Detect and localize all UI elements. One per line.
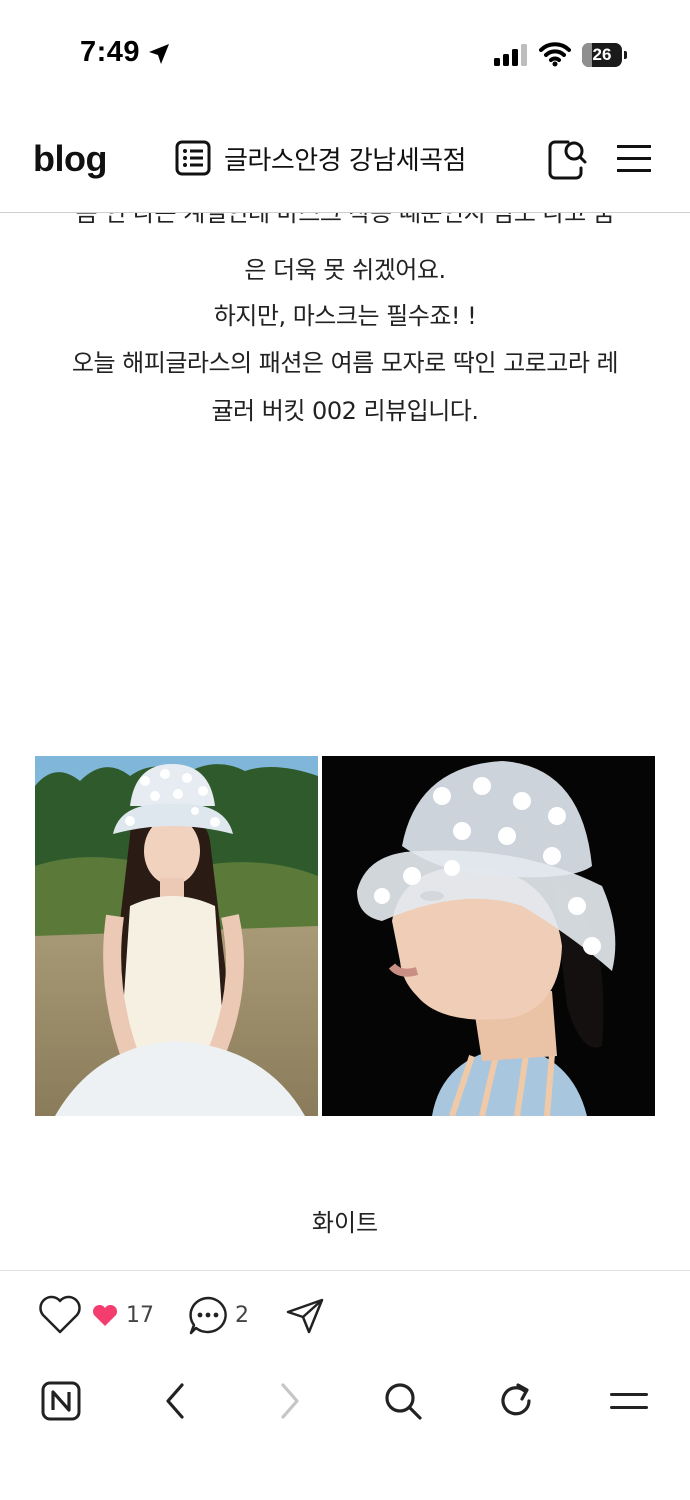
- back-icon[interactable]: [162, 1381, 188, 1421]
- liked-heart-icon: [92, 1305, 118, 1326]
- menu-icon[interactable]: [609, 1381, 649, 1421]
- comment-icon[interactable]: [187, 1295, 229, 1337]
- refresh-icon[interactable]: [496, 1381, 536, 1421]
- product-photo-left[interactable]: [35, 756, 318, 1116]
- search-icon[interactable]: [383, 1381, 423, 1421]
- blog-title[interactable]: 글라스안경 강남세곡점: [224, 140, 466, 177]
- article-body: 봄 인 나는 계절인데 마스크 착용 때문인지 땀도 나고 숨 은 더욱 못 쉬…: [0, 213, 690, 453]
- comment-count[interactable]: 2: [235, 1303, 249, 1328]
- post-action-bar: 17 2: [0, 1270, 690, 1360]
- location-arrow-icon: [149, 44, 169, 64]
- article-text-line: 오늘 해피글라스의 패션은 여름 모자로 딱인 고로고라 레: [71, 349, 619, 377]
- status-bar: 7:49 26: [0, 0, 690, 110]
- article-text-line: 은 더욱 못 쉬겠어요.: [244, 256, 446, 284]
- battery-level: 26: [592, 45, 612, 64]
- heart-icon[interactable]: [38, 1295, 82, 1335]
- battery-icon: 26: [582, 43, 628, 67]
- wifi-icon: [539, 42, 571, 67]
- menu-icon[interactable]: [617, 143, 651, 173]
- signal-icon: [494, 44, 527, 66]
- article-text-line: 하지만, 마스크는 필수죠! !: [213, 302, 477, 330]
- blog-header: blog 글라스안경 강남세곡점: [0, 110, 690, 213]
- article-text-line: 귤러 버킷 002 리뷰입니다.: [211, 397, 479, 425]
- status-time: 7:49: [80, 36, 141, 68]
- share-icon[interactable]: [285, 1297, 325, 1335]
- naver-home-icon[interactable]: [41, 1381, 81, 1421]
- product-photo-right[interactable]: [322, 756, 655, 1116]
- photo-caption: 화이트: [311, 1209, 379, 1237]
- list-icon[interactable]: [175, 140, 211, 176]
- like-count[interactable]: 17: [126, 1303, 154, 1328]
- forward-icon[interactable]: [277, 1381, 303, 1421]
- blog-logo[interactable]: blog: [33, 138, 107, 180]
- search-user-icon[interactable]: [548, 138, 588, 180]
- article-text-line: 봄 인 나는 계절인데 마스크 착용 때문인지 땀도 나고 숨: [75, 213, 615, 227]
- browser-toolbar: [0, 1359, 690, 1500]
